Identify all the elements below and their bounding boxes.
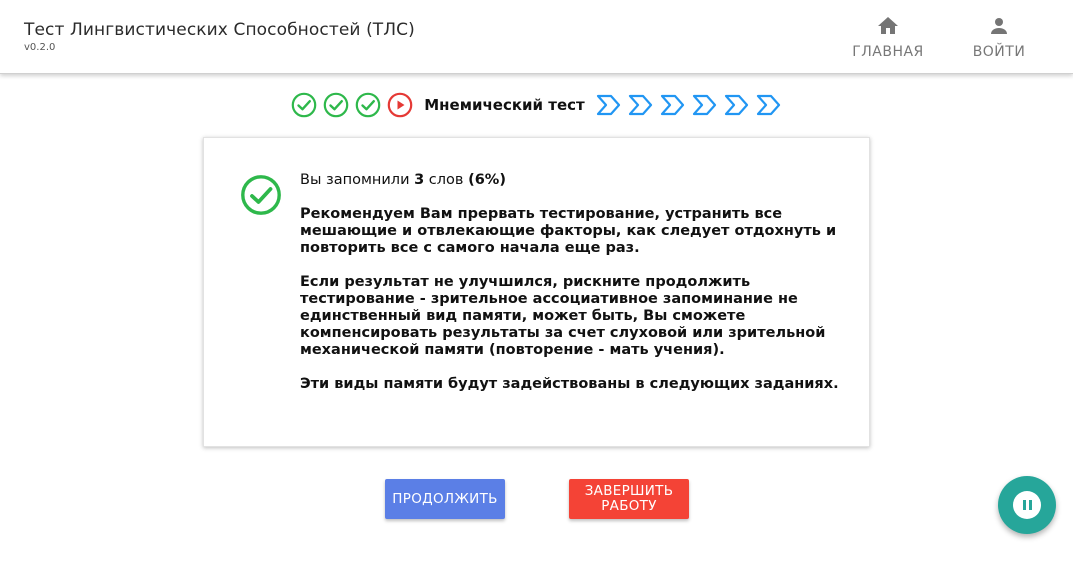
summary-prefix: Вы запомнили (300, 172, 415, 188)
pause-icon (1013, 491, 1041, 519)
test-progress-stepper: Мнемический тест (0, 92, 1073, 118)
advice-paragraph: Если результат не улучшился, рискните пр… (300, 274, 826, 358)
app-title: Тест Лингвистических Способностей (ТЛС) (24, 20, 415, 40)
step-done-check-icon (355, 92, 381, 118)
result-summary: Вы запомнили 3 слов (6%) (300, 172, 845, 189)
app-version: v0.2.0 (24, 42, 56, 53)
app-bar: Тест Лингвистических Способностей (ТЛС) … (0, 0, 1073, 74)
finish-work-button[interactable]: ЗАВЕРШИТЬ РАБОТУ (569, 479, 689, 519)
finish-work-label: ЗАВЕРШИТЬ РАБОТУ (584, 483, 674, 514)
result-text: Вы запомнили 3 слов (6%) Рекомендуем Вам… (300, 172, 845, 410)
recommendation-paragraph: Рекомендуем Вам прервать тестирование, у… (300, 206, 837, 256)
nav-home-button[interactable]: ГЛАВНАЯ (838, 12, 938, 64)
summary-suffix: слов (424, 172, 469, 188)
home-icon (878, 17, 898, 34)
current-step-title: Мнемический тест (424, 96, 585, 114)
success-check-icon (240, 174, 282, 216)
nav-login-label: ВОЙТИ (972, 44, 1026, 60)
step-done-check-icon (291, 92, 317, 118)
step-upcoming-chevron-icon (660, 94, 686, 116)
step-upcoming-chevron-icon (596, 94, 622, 116)
step-upcoming-chevron-icon (692, 94, 718, 116)
step-upcoming-chevron-icon (756, 94, 782, 116)
step-current-play-icon (387, 92, 413, 118)
continue-button[interactable]: ПРОДОЛЖИТЬ (385, 479, 505, 519)
next-tasks-paragraph: Эти виды памяти будут задействованы в сл… (300, 376, 839, 392)
step-upcoming-chevron-icon (628, 94, 654, 116)
person-icon (991, 18, 1007, 34)
words-count: 3 (414, 172, 425, 188)
nav-login-button[interactable]: ВОЙТИ (949, 12, 1049, 64)
step-done-check-icon (323, 92, 349, 118)
pause-button[interactable] (998, 476, 1056, 534)
result-percent: (6%) (468, 172, 506, 188)
nav-home-label: ГЛАВНАЯ (852, 44, 924, 60)
step-upcoming-chevron-icon (724, 94, 750, 116)
result-card: Вы запомнили 3 слов (6%) Рекомендуем Вам… (203, 137, 870, 447)
